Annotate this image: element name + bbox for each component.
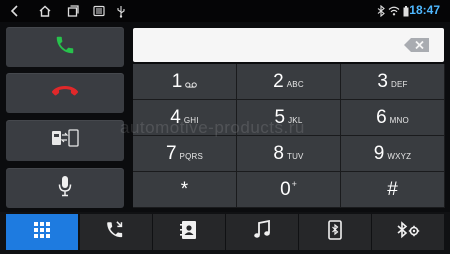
phone-transfer-icon	[50, 127, 80, 154]
voicemail-icon	[185, 75, 198, 93]
call-log-icon	[105, 220, 127, 245]
phone-sync-icon	[327, 219, 343, 245]
back-icon[interactable]	[8, 4, 22, 18]
clock: 18:47	[409, 3, 440, 17]
settings-sliders-icon[interactable]	[92, 4, 106, 18]
key-3[interactable]: 3 DEF	[341, 64, 444, 99]
bluetooth-settings-icon	[396, 220, 420, 245]
nav-bluetooth-settings[interactable]	[372, 214, 444, 250]
contacts-icon	[180, 220, 198, 245]
status-bar: 18:47	[0, 0, 450, 22]
key-7[interactable]: 7 PQRS	[133, 136, 236, 171]
key-2[interactable]: 2 ABC	[237, 64, 340, 99]
backspace-icon[interactable]	[404, 38, 430, 52]
usb-icon	[114, 4, 128, 18]
mute-button[interactable]	[6, 168, 124, 208]
key-1[interactable]: 1	[133, 64, 236, 99]
nav-dialpad[interactable]	[6, 214, 78, 250]
home-icon[interactable]	[38, 4, 52, 18]
bluetooth-icon	[374, 4, 388, 18]
phone-hangup-icon	[51, 84, 79, 103]
microphone-icon	[58, 175, 72, 202]
nav-contacts[interactable]	[153, 214, 225, 250]
phone-answer-icon	[54, 34, 76, 61]
key-6[interactable]: 6 MNO	[341, 100, 444, 135]
answer-call-button[interactable]	[6, 27, 124, 67]
key-8[interactable]: 8 TUV	[237, 136, 340, 171]
key-hash[interactable]: #	[341, 172, 444, 207]
nav-music[interactable]	[226, 214, 298, 250]
number-display[interactable]	[133, 28, 444, 62]
transfer-call-button[interactable]	[6, 120, 124, 161]
watermark: automotive-products.ru	[120, 118, 305, 137]
dialpad-icon	[33, 221, 51, 244]
nav-phone-sync[interactable]	[299, 214, 371, 250]
key-9[interactable]: 9 WXYZ	[341, 136, 444, 171]
hang-up-button[interactable]	[6, 73, 124, 113]
key-0[interactable]: 0 +	[237, 172, 340, 207]
nav-call-log[interactable]	[80, 214, 152, 250]
music-icon	[253, 219, 271, 245]
key-star[interactable]: *	[133, 172, 236, 207]
recent-apps-icon[interactable]	[66, 4, 80, 18]
